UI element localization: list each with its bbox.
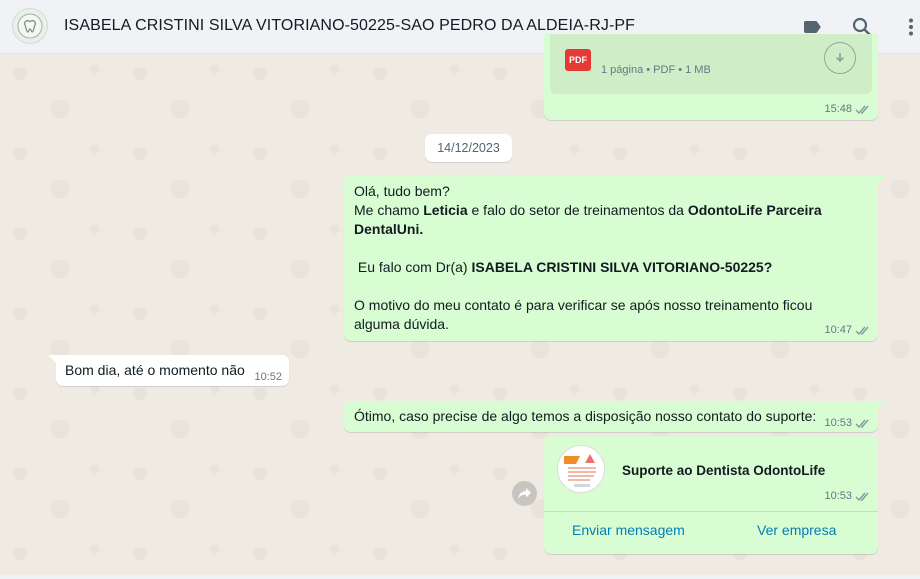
message-time: 15:48: [824, 103, 852, 115]
file-preview: PDF 1 página • PDF • 1 MB: [550, 34, 872, 94]
double-check-icon: [855, 419, 869, 428]
tooth-logo-icon: [17, 13, 43, 39]
message-outgoing[interactable]: Olá, tudo bem? Me chamo Leticia e falo d…: [344, 176, 886, 341]
message-body: Bom dia, até o momento não: [65, 362, 245, 378]
view-business-button[interactable]: Ver empresa: [757, 522, 836, 538]
message-body: Olá, tudo bem? Me chamo Leticia e falo d…: [354, 182, 842, 334]
message-meta: 10:53: [824, 490, 871, 502]
file-meta: 1 página • PDF • 1 MB: [601, 64, 711, 76]
forward-button[interactable]: [512, 481, 537, 506]
contact-actions: Enviar mensagem Ver empresa: [544, 511, 878, 554]
contact-card[interactable]: Suporte ao Dentista OdontoLife 10:53 Env…: [544, 436, 878, 554]
send-message-button[interactable]: Enviar mensagem: [572, 522, 685, 538]
message-line: O motivo do meu contato é para verificar…: [354, 297, 813, 332]
message-time: 10:52: [254, 371, 282, 383]
message-meta: 10:53: [824, 417, 871, 429]
double-check-icon: [855, 326, 869, 335]
contact-name[interactable]: Suporte ao Dentista OdontoLife: [622, 463, 825, 478]
pdf-badge: PDF: [565, 49, 591, 71]
composer-edge: [0, 575, 920, 579]
more-vertical-icon[interactable]: [899, 15, 920, 39]
recipient-name: ISABELA CRISTINI SILVA VITORIANO-50225?: [471, 259, 773, 275]
bubble-tail: [877, 176, 886, 185]
message-outgoing[interactable]: Ótimo, caso precise de algo temos a disp…: [344, 401, 886, 432]
message-meta: 15:48: [824, 103, 871, 115]
bubble-tail: [877, 401, 886, 410]
double-check-icon: [855, 492, 869, 501]
bubble-tail: [48, 355, 57, 364]
file-message[interactable]: PDF 1 página • PDF • 1 MB 15:48: [544, 34, 878, 120]
avatar[interactable]: [12, 8, 48, 44]
download-icon: [835, 53, 845, 63]
message-line: Olá, tudo bem?: [354, 183, 450, 199]
message-meta: 10:47: [824, 324, 871, 336]
message-body: Ótimo, caso precise de algo temos a disp…: [354, 408, 817, 424]
sender-name: Leticia: [423, 202, 468, 218]
date-divider: 14/12/2023: [425, 134, 512, 162]
message-time: 10:53: [824, 490, 852, 502]
chat-title[interactable]: ISABELA CRISTINI SILVA VITORIANO-50225-S…: [64, 17, 635, 35]
message-time: 10:47: [824, 324, 852, 336]
business-logo-icon: [564, 454, 596, 487]
message-line: Eu falo com Dr(a) ISABELA CRISTINI SILVA…: [354, 259, 773, 275]
forward-icon: [518, 488, 531, 499]
download-button[interactable]: [824, 42, 856, 74]
message-line: Me chamo Leticia e falo do setor de trei…: [354, 202, 822, 237]
message-time: 10:53: [824, 417, 852, 429]
message-incoming[interactable]: Bom dia, até o momento não 10:52: [48, 355, 289, 386]
contact-avatar[interactable]: [557, 445, 605, 493]
double-check-icon: [855, 105, 869, 114]
